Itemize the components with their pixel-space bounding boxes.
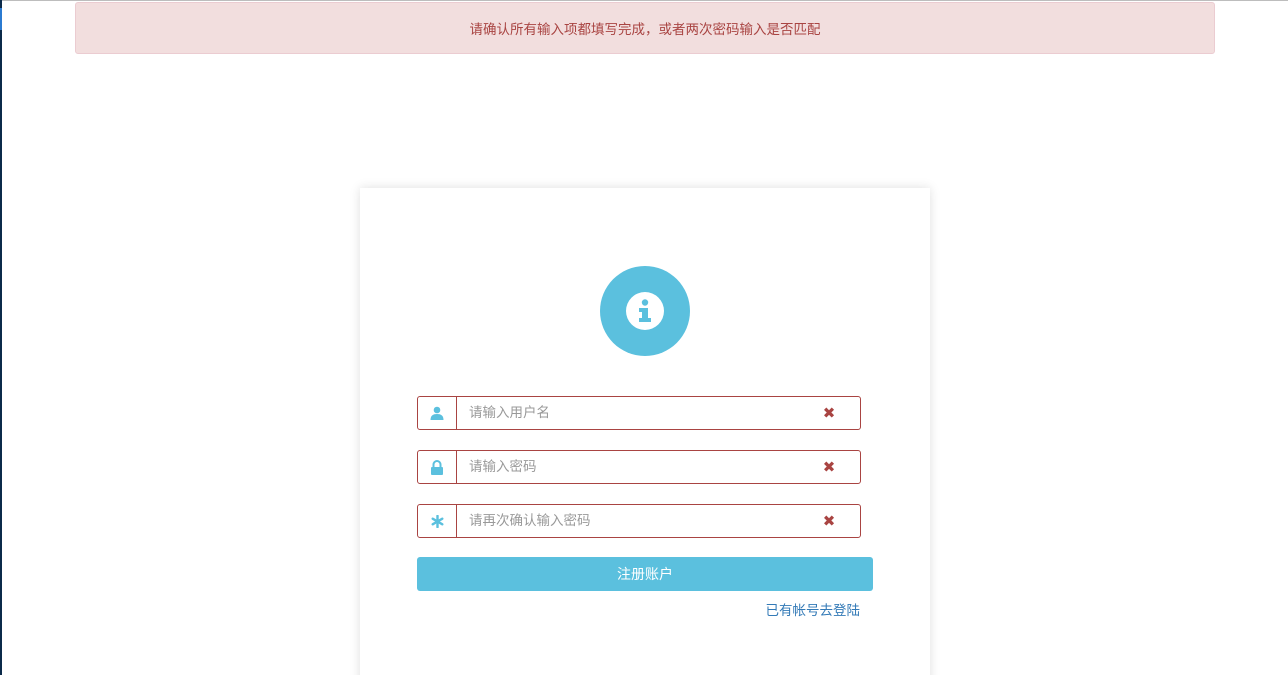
info-circle-icon — [600, 266, 690, 356]
lock-icon — [418, 451, 457, 483]
user-icon — [418, 397, 457, 429]
login-link[interactable]: 已有帐号去登陆 — [766, 599, 861, 619]
password-input[interactable] — [457, 451, 798, 483]
confirm-password-input[interactable] — [457, 505, 798, 537]
username-field-group: ✖ — [417, 396, 861, 430]
clear-confirm-password-icon[interactable]: ✖ — [798, 505, 860, 537]
alert-message: 请确认所有输入项都填写完成，或者两次密码输入是否匹配 — [469, 22, 821, 38]
password-field-group: ✖ — [417, 450, 861, 484]
asterisk-icon — [418, 505, 457, 537]
top-divider — [0, 0, 1288, 1]
info-glyph-icon — [626, 292, 664, 330]
error-alert: 请确认所有输入项都填写完成，或者两次密码输入是否匹配 — [75, 2, 1215, 54]
page: 请确认所有输入项都填写完成，或者两次密码输入是否匹配 ✖ — [0, 0, 1288, 675]
register-card: ✖ ✖ — [360, 188, 930, 675]
clear-password-icon[interactable]: ✖ — [798, 451, 860, 483]
clear-username-icon[interactable]: ✖ — [798, 397, 860, 429]
username-input[interactable] — [457, 397, 798, 429]
edge-highlight — [0, 8, 2, 30]
confirm-password-field-group: ✖ — [417, 504, 861, 538]
register-button[interactable]: 注册账户 — [417, 557, 873, 591]
window-left-edge — [0, 0, 2, 675]
